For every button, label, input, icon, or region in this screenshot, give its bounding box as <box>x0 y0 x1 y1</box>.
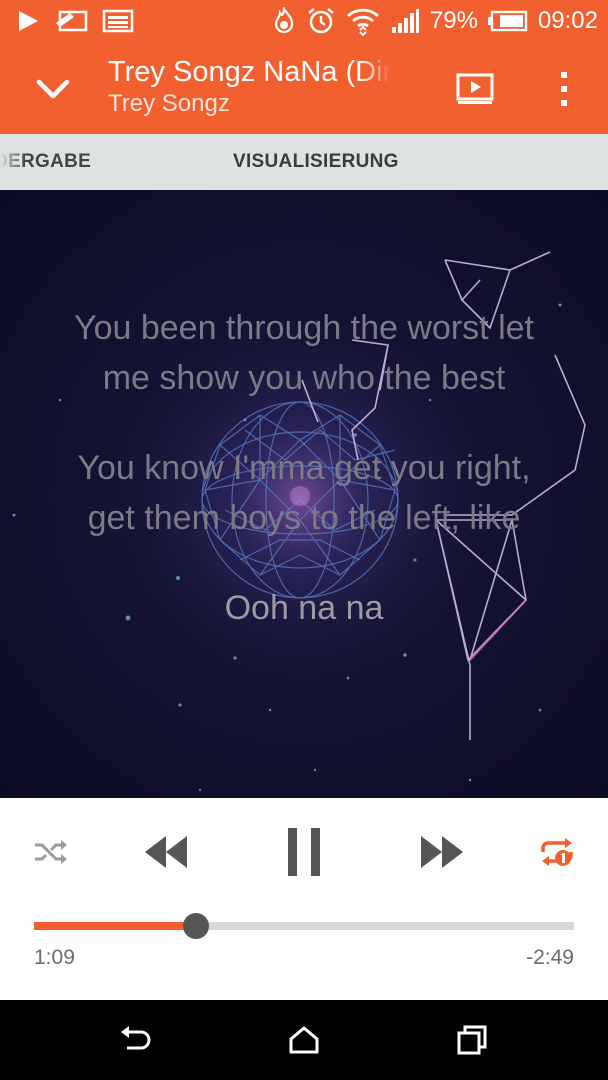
recents-icon <box>457 1025 487 1055</box>
gallery-icon <box>102 9 134 33</box>
pause-icon <box>288 828 320 876</box>
back-button[interactable] <box>110 1014 162 1066</box>
recents-button[interactable] <box>446 1014 498 1066</box>
fast-forward-icon <box>421 836 463 868</box>
battery-icon <box>487 10 528 32</box>
player-header: Trey Songz NaNa (Dirty) Trey Songz <box>0 42 608 134</box>
title-fade <box>360 54 390 94</box>
rewind-icon <box>145 836 187 868</box>
clock: 09:02 <box>537 7 598 34</box>
fast-forward-button[interactable] <box>414 826 470 878</box>
seek-bar[interactable] <box>34 913 574 939</box>
seek-bar-progress <box>34 922 196 930</box>
visualization-panel[interactable]: You been through the worst let me show y… <box>0 190 608 798</box>
cast-button[interactable] <box>450 64 500 114</box>
messages-icon <box>54 9 88 33</box>
battery-percent: 79% <box>429 7 478 34</box>
more-vert-icon <box>561 72 567 106</box>
alarm-icon <box>306 6 336 36</box>
play-store-icon <box>16 9 40 33</box>
collapse-button[interactable] <box>26 62 80 116</box>
lyric-line-current: Ooh na na <box>224 589 384 627</box>
elapsed-time: 1:09 <box>34 946 75 969</box>
repeat-button[interactable] <box>532 830 582 874</box>
lyric-line: get them boys to the left, like <box>87 499 521 537</box>
song-title: Trey Songz NaNa (Dirty) <box>108 56 390 88</box>
shuffle-icon <box>35 840 67 864</box>
lyric-line: You been through the worst let <box>74 309 534 347</box>
home-button[interactable] <box>278 1014 330 1066</box>
tab-bar: DERGABE VISUALISIERUNG <box>0 134 608 190</box>
rewind-button[interactable] <box>138 826 194 878</box>
lyrics: You been through the worst let me show y… <box>0 190 608 798</box>
repeat-one-icon <box>541 838 573 866</box>
back-icon <box>121 1026 151 1050</box>
wifi-icon <box>346 6 380 36</box>
tab-visualisierung[interactable]: VISUALISIERUNG <box>233 134 399 190</box>
lyric-line: me show you who the best <box>102 359 506 397</box>
track-info: Trey Songz NaNa (Dirty) Trey Songz <box>108 54 390 124</box>
system-nav-bar <box>0 1000 608 1080</box>
lyric-line: You know I'mma get you right, <box>77 449 531 487</box>
home-icon <box>289 1026 319 1054</box>
shuffle-button[interactable] <box>26 832 76 872</box>
remaining-time: -2:49 <box>526 946 574 969</box>
pause-button[interactable] <box>276 822 332 882</box>
seek-bar-thumb[interactable] <box>183 913 209 939</box>
overflow-menu-button[interactable] <box>544 64 584 114</box>
signal-icon <box>390 8 420 34</box>
fire-icon <box>272 7 296 35</box>
tab-fade <box>0 134 26 190</box>
player-controls: 1:09 -2:49 <box>0 798 608 1000</box>
artist-name: Trey Songz <box>108 90 230 117</box>
status-bar: 79% 09:02 <box>0 0 608 42</box>
cast-icon <box>456 73 494 104</box>
chevron-down-icon <box>36 79 70 99</box>
